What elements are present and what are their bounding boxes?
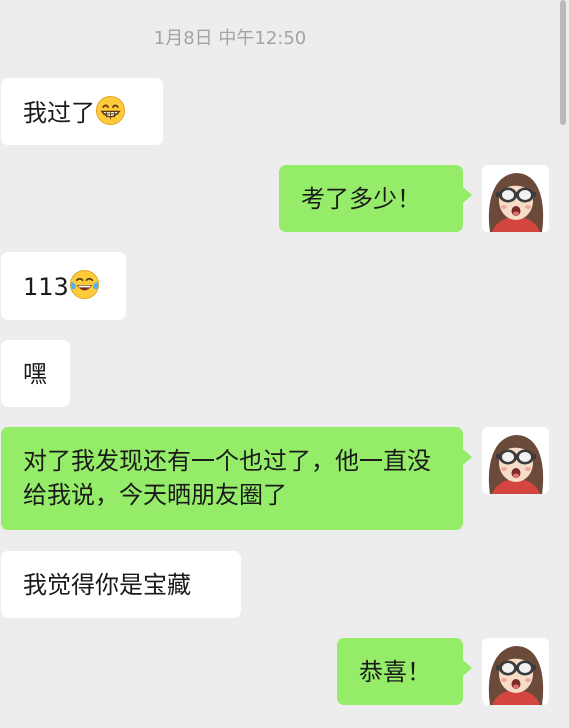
message-bubble-incoming[interactable]: 113	[1, 252, 126, 320]
message-bubble-outgoing[interactable]: 考了多少！	[279, 165, 472, 232]
message-text: 嘿	[23, 360, 47, 388]
message-timestamp: 1月8日 中午12:50	[153, 28, 307, 49]
message-bubble-outgoing[interactable]: 恭喜！	[337, 638, 472, 705]
message-text: 我过了	[23, 99, 95, 127]
tears-of-joy-emoji-icon	[69, 269, 100, 300]
message-text: 对了我发现还有一个也过了，他一直没给我说，今天晒朋友圈了	[23, 447, 431, 509]
message-text: 我觉得你是宝藏	[23, 571, 191, 599]
user-avatar-icon[interactable]	[482, 427, 549, 494]
message-text: 恭喜！	[359, 658, 431, 686]
message-bubble-incoming[interactable]: 我觉得你是宝藏	[1, 551, 241, 618]
message-text: 考了多少！	[301, 185, 421, 213]
chat-window: 1月8日 中午12:50 我过了 考了多少！ 113 嘿 对了我发现还有一个也过…	[0, 0, 569, 728]
message-text: 113	[23, 273, 69, 301]
user-avatar-icon[interactable]	[482, 165, 549, 232]
scrollbar[interactable]	[560, 0, 566, 125]
message-bubble-incoming[interactable]: 我过了	[1, 78, 163, 145]
grinning-face-emoji-icon	[95, 95, 126, 126]
user-avatar-icon[interactable]	[482, 638, 549, 705]
message-bubble-incoming[interactable]: 嘿	[1, 340, 70, 407]
message-bubble-outgoing[interactable]: 对了我发现还有一个也过了，他一直没给我说，今天晒朋友圈了	[1, 427, 472, 530]
